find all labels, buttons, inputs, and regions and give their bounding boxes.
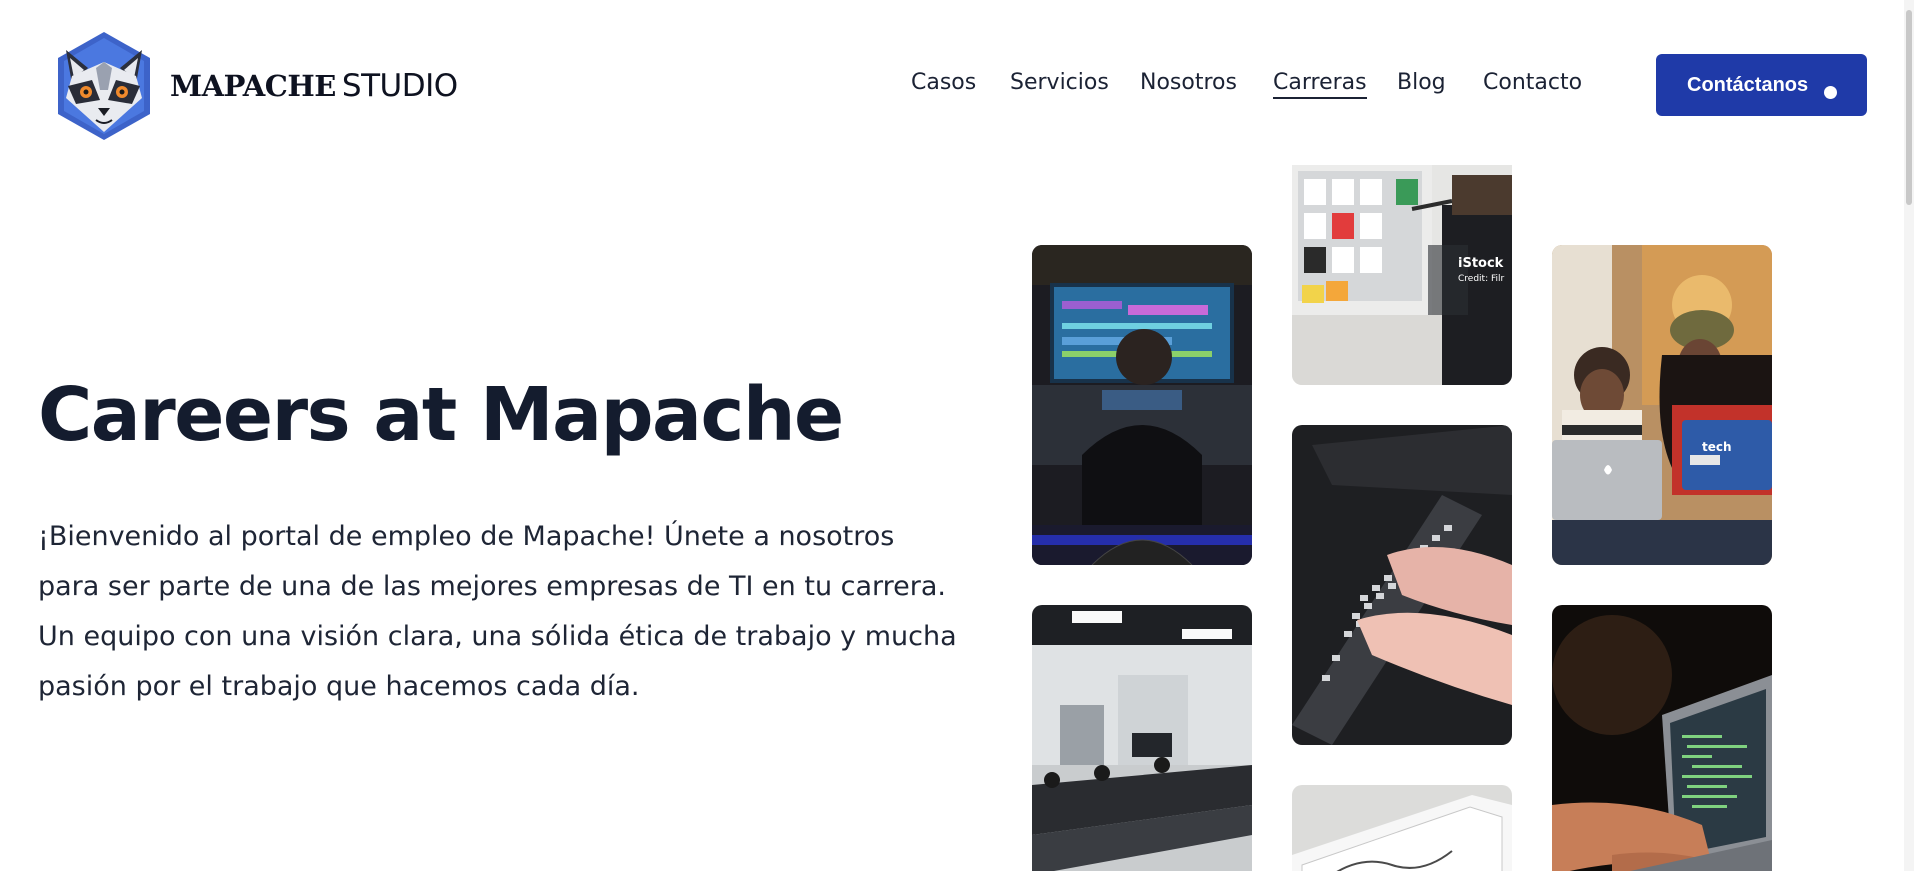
photo-keyboard-typing	[1292, 425, 1512, 745]
brand-name-light: STUDIO	[341, 68, 458, 104]
page-title: Careers at Mapache	[38, 372, 844, 458]
nav-item-servicios[interactable]: Servicios	[1010, 70, 1109, 95]
site-header: MAPACHE STUDIO Casos Servicios Nosotros C…	[0, 0, 1914, 170]
nav-item-contacto[interactable]: Contacto	[1483, 70, 1582, 95]
watermark-text: iStock	[1458, 256, 1504, 271]
photo-team-laptops: tech	[1552, 245, 1772, 565]
brand-name: MAPACHE STUDIO	[170, 68, 458, 104]
logo-link[interactable]: MAPACHE STUDIO	[46, 28, 458, 144]
nav-item-carreras[interactable]: Carreras	[1273, 70, 1367, 99]
contact-button[interactable]: Contáctanos	[1656, 54, 1867, 116]
photo-audio-studio	[1032, 245, 1252, 565]
laptop-sticker-text: tech	[1702, 440, 1732, 454]
hero-description: ¡Bienvenido al portal de empleo de Mapac…	[38, 521, 957, 702]
nav-item-casos[interactable]: Casos	[911, 70, 976, 95]
dot-icon	[1824, 86, 1837, 99]
page-scrollbar[interactable]	[1904, 0, 1914, 871]
scrollbar-thumb[interactable]	[1906, 10, 1912, 205]
contact-button-label: Contáctanos	[1687, 73, 1809, 96]
photo-tablet-lettering	[1292, 785, 1512, 871]
photo-office-lab	[1032, 605, 1252, 871]
raccoon-logo-icon	[58, 32, 150, 140]
photo-designer-desk: iStock Credit: Filr	[1292, 165, 1512, 385]
nav-item-blog[interactable]: Blog	[1397, 70, 1446, 95]
watermark-credit: Credit: Filr	[1458, 274, 1504, 284]
nav-item-nosotros[interactable]: Nosotros	[1140, 70, 1237, 95]
brand-name-bold: MAPACHE	[170, 69, 336, 103]
photo-laptop-coding	[1552, 605, 1772, 871]
